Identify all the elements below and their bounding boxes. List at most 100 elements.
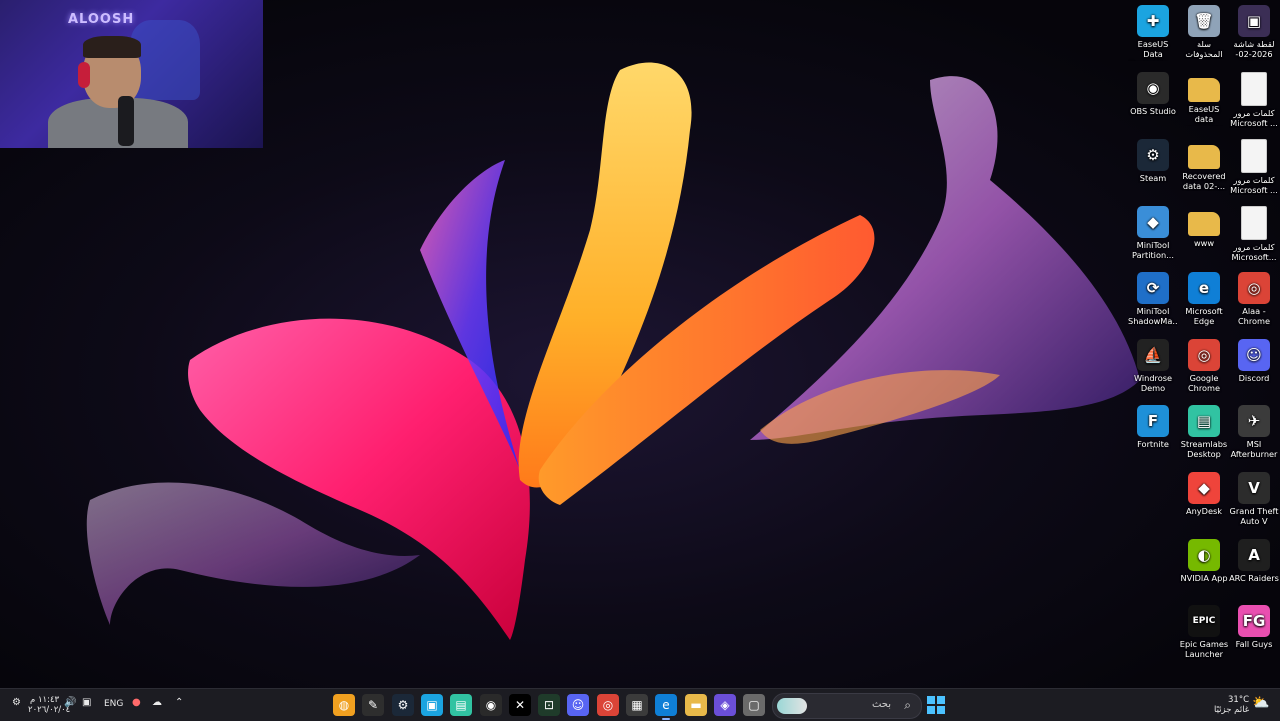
desktop-icon-windrose[interactable]: ⛵ Windrose Demo bbox=[1128, 339, 1178, 393]
desktop-icon-label: www bbox=[1193, 238, 1215, 248]
desktop-icon-epic-games[interactable]: EPIC Epic Games Launcher bbox=[1179, 605, 1229, 659]
taskbar-glyph: ▦ bbox=[631, 698, 643, 712]
desktop-icon-screenshot-file[interactable]: ▣ لقطة شاشة 2026-02-0... bbox=[1229, 5, 1279, 61]
icon-glyph: ▤ bbox=[1196, 412, 1212, 430]
x-app-icon[interactable]: ✕ bbox=[509, 694, 531, 716]
desktop-icon-anydesk[interactable]: ◆ AnyDesk bbox=[1179, 472, 1229, 516]
clock-time[interactable]: ١١:٤٣ م bbox=[30, 695, 59, 705]
discord-taskbar-icon[interactable]: ☺ bbox=[567, 694, 589, 716]
desktop-icon-steam[interactable]: ⚙ Steam bbox=[1128, 139, 1178, 183]
windows-start-icon[interactable] bbox=[926, 695, 946, 715]
webcam-neon-sign: ALOOSH bbox=[68, 12, 135, 27]
folder-icon bbox=[1188, 78, 1220, 102]
desktop-icon-label: Epic Games Launcher bbox=[1179, 639, 1229, 659]
search-icon: ⌕ bbox=[904, 698, 911, 712]
desktop-icon-label: سلة المحذوفات bbox=[1185, 39, 1223, 59]
pen-tool-app-icon[interactable]: ✎ bbox=[362, 694, 384, 716]
terminal-app-icon[interactable]: ⊡ bbox=[538, 694, 560, 716]
desktop-icon-chrome[interactable]: ◎ Google Chrome bbox=[1179, 339, 1229, 393]
nvidia-icon: ◐ bbox=[1188, 539, 1220, 571]
desktop-icon-label: Fortnite bbox=[1137, 439, 1169, 449]
desktop-icon-document[interactable]: كلمات مرور Microsoft ... bbox=[1229, 72, 1279, 128]
desktop-icon-document[interactable]: كلمات مرور Microsoft ... bbox=[1229, 139, 1279, 195]
desktop-icon-minitool-partition[interactable]: ◆ MiniTool Partition... bbox=[1128, 206, 1178, 260]
desktop-icon-label: Fall Guys bbox=[1235, 639, 1273, 649]
desktop-icon-label: Recovered data 02-... bbox=[1182, 171, 1226, 191]
desktop-icon-chrome-profile[interactable]: ◎ Alaa - Chrome bbox=[1229, 272, 1279, 326]
webcam-microphone bbox=[118, 96, 134, 146]
network-icon[interactable]: ▣ bbox=[82, 697, 91, 708]
icon-glyph: ◆ bbox=[1147, 213, 1159, 231]
desktop-icon-folder[interactable]: www bbox=[1179, 206, 1229, 248]
microphone-icon[interactable]: ● bbox=[132, 697, 141, 708]
chevron-up-icon[interactable]: ⌃ bbox=[175, 697, 183, 708]
onedrive-icon[interactable]: ☁ bbox=[152, 697, 162, 708]
weather-icon[interactable]: ⛅ bbox=[1252, 695, 1269, 711]
icon-glyph: FG bbox=[1242, 612, 1266, 630]
folder-icon bbox=[1188, 145, 1220, 169]
desktop-icon-msi-afterburner[interactable]: ✈ MSI Afterburner bbox=[1229, 405, 1279, 459]
discord-icon: ☺ bbox=[1238, 339, 1270, 371]
taskbar-glyph: ◉ bbox=[485, 698, 497, 712]
streamlabs-taskbar-icon[interactable]: ▤ bbox=[450, 694, 472, 716]
edge-icon: e bbox=[1188, 272, 1220, 304]
desktop-icon-fortnite[interactable]: F Fortnite bbox=[1128, 405, 1178, 449]
desktop-icon-label: Google Chrome bbox=[1187, 373, 1221, 393]
store-app-icon[interactable]: ▦ bbox=[626, 694, 648, 716]
m365-app-icon[interactable]: ◈ bbox=[714, 694, 736, 716]
edge-taskbar-icon[interactable]: e bbox=[655, 694, 677, 720]
desktop-icon-discord[interactable]: ☺ Discord bbox=[1229, 339, 1279, 383]
desktop-icon-gta[interactable]: V Grand Theft Auto V bbox=[1229, 472, 1279, 526]
desktop-icon-fall-guys[interactable]: FG Fall Guys bbox=[1229, 605, 1279, 649]
desktop-icon-nvidia[interactable]: ◐ NVIDIA App bbox=[1179, 539, 1229, 583]
desktop-icon-recycle-bin[interactable]: 🗑 سلة المحذوفات bbox=[1179, 5, 1229, 59]
taskbar-glyph: ▬ bbox=[690, 698, 702, 712]
icon-glyph: ◆ bbox=[1198, 479, 1210, 497]
desktop-icon-label: Microsoft Edge bbox=[1185, 306, 1223, 326]
icon-glyph: EPIC bbox=[1192, 616, 1216, 626]
desktop-icon-label: EaseUS data recovery bbox=[1186, 104, 1222, 126]
desktop-icon-edge[interactable]: e Microsoft Edge bbox=[1179, 272, 1229, 326]
chrome-taskbar-icon[interactable]: ◎ bbox=[597, 694, 619, 716]
language-indicator[interactable]: ENG bbox=[104, 699, 123, 709]
icon-glyph: ◐ bbox=[1197, 546, 1211, 564]
icon-glyph: ✈ bbox=[1247, 412, 1261, 430]
minitool-shadowmaker-icon: ⟳ bbox=[1137, 272, 1169, 304]
window-app-icon[interactable]: ▢ bbox=[743, 694, 765, 716]
desktop-icon-arc-raiders[interactable]: A ARC Raiders bbox=[1229, 539, 1279, 583]
weather-condition[interactable]: غائم جزئيًا bbox=[1214, 705, 1249, 715]
desktop-icon-obs[interactable]: ◉ OBS Studio bbox=[1128, 72, 1178, 116]
desktop-icon-document[interactable]: كلمات مرور Microsoft... bbox=[1229, 206, 1279, 262]
desktop-icon-label: MiniTool ShadowMa... bbox=[1128, 306, 1178, 326]
icon-glyph: ◉ bbox=[1146, 79, 1160, 97]
desktop-icon-streamlabs[interactable]: ▤ Streamlabs Desktop bbox=[1179, 405, 1229, 459]
icon-glyph: F bbox=[1147, 412, 1159, 430]
icon-glyph: V bbox=[1248, 479, 1260, 497]
chromium-app-icon[interactable]: ◍ bbox=[333, 694, 355, 716]
file-explorer-icon[interactable]: ▬ bbox=[685, 694, 707, 716]
desktop-icon-label: ARC Raiders bbox=[1229, 573, 1279, 583]
easeus-taskbar-icon[interactable]: ▣ bbox=[421, 694, 443, 716]
icon-glyph: 🗑 bbox=[1194, 12, 1214, 30]
webcam-overlay: ALOOSH bbox=[0, 0, 263, 148]
volume-icon[interactable]: 🔊 bbox=[64, 697, 76, 708]
steam-taskbar-icon[interactable]: ⚙ bbox=[392, 694, 414, 716]
weather-temperature[interactable]: 31°C bbox=[1228, 695, 1249, 705]
desktop-icon-folder[interactable]: Recovered data 02-... bbox=[1179, 139, 1229, 191]
desktop-icon-easeus[interactable]: ✚ EaseUS Data Recovery ... bbox=[1128, 5, 1178, 61]
taskbar-glyph: ◈ bbox=[720, 698, 730, 712]
obs-taskbar-icon[interactable]: ◉ bbox=[480, 694, 502, 716]
settings-icon[interactable]: ⚙ bbox=[12, 697, 21, 708]
epic-games-icon: EPIC bbox=[1188, 605, 1220, 637]
desktop-icon-label: Discord bbox=[1238, 373, 1270, 383]
taskbar-glyph: ▣ bbox=[426, 698, 438, 712]
icon-glyph: ◎ bbox=[1197, 346, 1211, 364]
desktop-icon-folder[interactable]: EaseUS data recovery bbox=[1179, 72, 1229, 126]
desktop-icon-label: AnyDesk bbox=[1186, 506, 1222, 516]
search-input[interactable]: بحث ⌕ bbox=[772, 693, 922, 719]
desktop-icon-label: Grand Theft Auto V bbox=[1229, 506, 1279, 526]
desktop[interactable]: ALOOSH ✚ EaseUS Data Recovery ... 🗑 سلة الم… bbox=[0, 0, 1280, 688]
anydesk-icon: ◆ bbox=[1188, 472, 1220, 504]
desktop-icon-minitool-shadowmaker[interactable]: ⟳ MiniTool ShadowMa... bbox=[1128, 272, 1178, 326]
icon-glyph: ▣ bbox=[1246, 12, 1262, 30]
